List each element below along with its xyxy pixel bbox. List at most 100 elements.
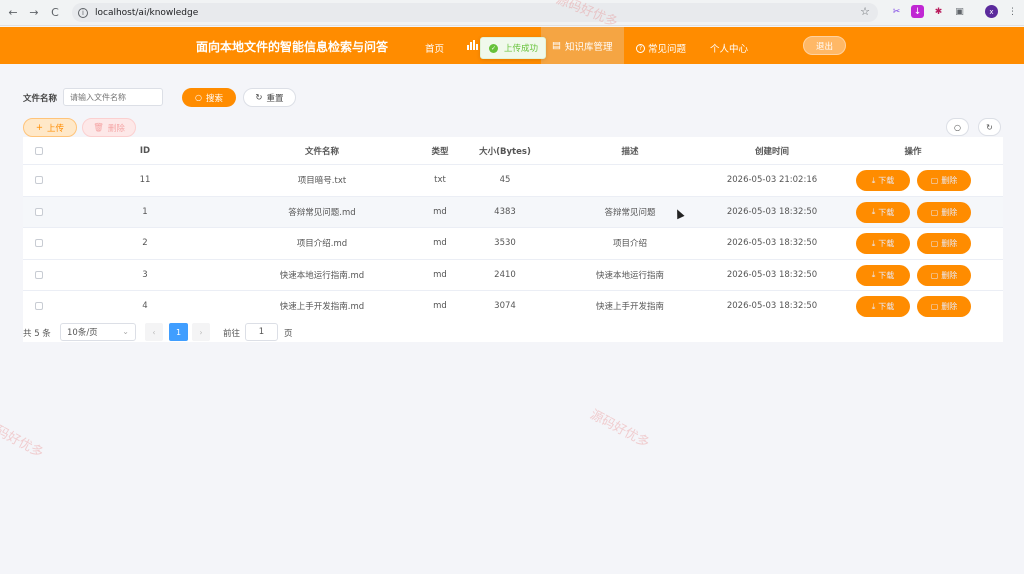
table-row: 4 快速上手开发指南.md md 3074 快速上手开发指南 2026-05-03 18:… [23, 291, 1003, 323]
search-button-label: 搜索 [205, 93, 223, 104]
download-icon: ⤓ [871, 301, 876, 311]
next-page-button[interactable]: › [192, 323, 210, 341]
total-count: 共 5 条 [23, 329, 51, 339]
row-checkbox[interactable] [35, 270, 43, 279]
table-row: 2 项目介绍.md md 3530 项目介绍 2026-05-03 18:32:50 ⤓ 下载… [23, 228, 1003, 260]
nav-home[interactable]: 首页 [425, 41, 444, 55]
cell-desc: 项目介绍 [612, 239, 647, 250]
logout-button[interactable]: 退出 [803, 36, 846, 55]
col-name: 文件名称 [304, 146, 339, 157]
nav-faq[interactable]: ? 常见问题 [636, 41, 686, 55]
nav-profile[interactable]: 个人中心 [710, 41, 748, 55]
cell-desc [563, 165, 697, 196]
goto-page-input[interactable]: 1 [245, 323, 278, 341]
watermark-text: 源码好优多 [587, 407, 652, 452]
filename-search-input[interactable] [63, 88, 163, 106]
reset-button-label: 重置 [266, 93, 284, 104]
search-icon: ○ [954, 122, 961, 132]
delete-button[interactable]: ▢ 删除 [917, 233, 971, 254]
back-icon[interactable]: ← [5, 5, 21, 21]
refresh-table-button[interactable]: ↻ [978, 118, 1001, 136]
browser-menu-icon[interactable]: ⋮ [1006, 5, 1019, 18]
cell-name: 项目暗号.txt [297, 176, 347, 187]
page-size-select[interactable]: 10条/页 ⌄ [60, 323, 136, 341]
cell-id: 1 [142, 206, 148, 217]
page-size-value: 10条/页 [67, 328, 98, 338]
delete-button[interactable]: ▢ 删除 [917, 296, 971, 317]
url-text: localhost/ai/knowledge [95, 7, 199, 18]
col-id: ID [139, 145, 151, 156]
trash-icon: ▢ [930, 270, 939, 280]
trash-icon: ▢ [930, 207, 939, 217]
profile-avatar[interactable]: x [985, 5, 998, 18]
delete-button[interactable]: ▢ 删除 [917, 170, 971, 191]
nav-home-label: 首页 [425, 44, 445, 55]
filename-label: 文件名称 [23, 94, 58, 104]
download-button[interactable]: ⤓ 下载 [856, 264, 910, 286]
upload-button-label: 上传 [47, 123, 65, 134]
row-checkbox[interactable] [35, 239, 43, 248]
select-all-checkbox[interactable] [35, 146, 43, 155]
download-button[interactable]: ⤓ 下载 [856, 233, 910, 254]
cell-name: 快速上手开发指南.md [279, 302, 365, 313]
delete-button[interactable]: ▢ 删除 [917, 201, 971, 223]
download-label: 下载 [878, 176, 895, 185]
row-checkbox[interactable] [35, 207, 43, 216]
delete-label: 删除 [941, 270, 958, 280]
trash-icon: 🗑 [93, 122, 104, 133]
download-icon: ⤓ [871, 238, 876, 248]
question-icon: ? [636, 43, 645, 53]
page-number-1[interactable]: 1 [169, 323, 188, 341]
extensions-puzzle-icon[interactable]: ▣ [953, 5, 966, 18]
refresh-icon: ↻ [986, 122, 993, 132]
col-desc: 描述 [621, 146, 639, 157]
nav-knowledge[interactable]: ▤ 知识库管理 [541, 27, 624, 64]
toggle-search-button[interactable]: ○ [946, 118, 969, 136]
delete-button[interactable]: ▢ 删除 [917, 264, 971, 286]
plus-icon: + [35, 122, 44, 133]
download-icon: ⤓ [871, 175, 876, 185]
cell-name: 答辩常见问题.md [288, 207, 356, 218]
bookmark-star-icon[interactable]: ☆ [860, 5, 870, 18]
watermark-text: 源码好优多 [0, 417, 46, 462]
search-button[interactable]: ○ 搜索 [182, 88, 236, 107]
col-type: 类型 [431, 146, 449, 157]
table-row: 1 答辩常见问题.md md 4383 答辩常见问题 2026-05-03 18:32:5… [23, 196, 1003, 228]
download-icon: ⤓ [871, 270, 876, 279]
prev-page-button[interactable]: ‹ [145, 323, 163, 341]
nav-profile-label: 个人中心 [710, 44, 749, 55]
cell-created: 2026-05-03 18:32:50 [726, 269, 818, 280]
cell-id: 11 [139, 175, 151, 186]
delete-label: 删除 [941, 239, 958, 248]
row-checkbox[interactable] [35, 176, 43, 185]
cell-size: 4383 [494, 206, 516, 217]
batch-delete-button[interactable]: 🗑 删除 [82, 118, 136, 137]
info-icon[interactable]: i [78, 7, 88, 18]
col-created: 创建时间 [754, 146, 789, 157]
cell-created: 2026-05-03 21:02:16 [726, 175, 818, 186]
download-label: 下载 [878, 207, 895, 217]
cell-created: 2026-05-03 18:32:50 [726, 238, 818, 249]
row-checkbox[interactable] [35, 302, 43, 311]
cell-size: 3074 [494, 301, 516, 312]
download-label: 下载 [878, 302, 895, 311]
address-bar[interactable]: i localhost/ai/knowledge ☆ [72, 3, 878, 22]
col-actions: 操作 [904, 146, 922, 157]
upload-button[interactable]: + 上传 [23, 118, 77, 137]
download-icon: ⤓ [871, 207, 876, 216]
table-header: ID 文件名称 类型 大小(Bytes) 描述 创建时间 操作 [23, 137, 1003, 165]
download-button[interactable]: ⤓ 下载 [856, 296, 910, 317]
cell-type: md [433, 206, 447, 217]
reload-icon[interactable]: C [47, 5, 63, 21]
extension-bug-icon[interactable]: ✱ [932, 5, 945, 18]
download-button[interactable]: ⤓ 下载 [856, 170, 910, 191]
extension-scissors-icon[interactable]: ✂ [890, 5, 903, 18]
reset-button[interactable]: ↻ 重置 [243, 88, 296, 107]
download-button[interactable]: ⤓ 下载 [856, 201, 910, 223]
extension-download-icon[interactable]: ↓ [911, 5, 924, 18]
delete-label: 删除 [941, 207, 958, 217]
cell-id: 3 [142, 269, 148, 280]
forward-icon[interactable]: → [26, 5, 42, 21]
chart-icon[interactable] [467, 40, 478, 50]
trash-icon: ▢ [930, 302, 939, 311]
